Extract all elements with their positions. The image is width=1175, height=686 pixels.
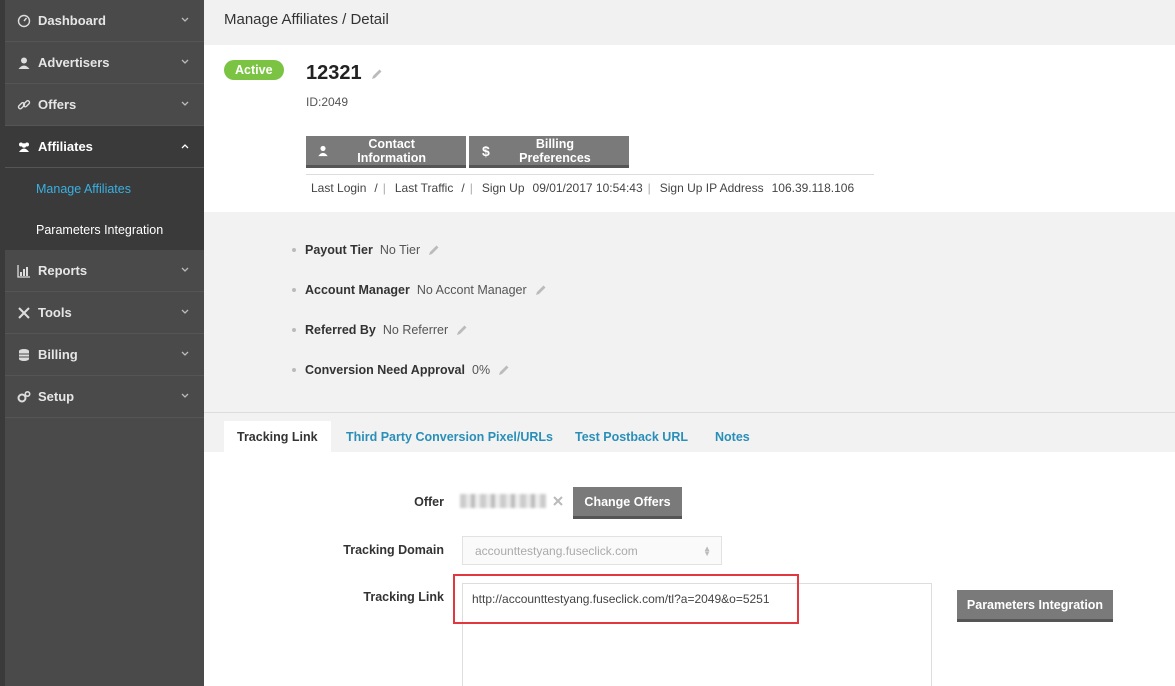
- link-icon: [16, 97, 32, 113]
- referred-by-label: Referred By: [305, 323, 376, 337]
- user-icon: [316, 144, 329, 158]
- dollar-icon: $: [482, 142, 490, 159]
- user-icon: [16, 55, 32, 71]
- button-label: Contact Information: [357, 136, 427, 165]
- chevron-up-icon: [181, 144, 189, 149]
- dashboard-icon: [16, 13, 32, 29]
- pencil-icon[interactable]: [428, 244, 440, 256]
- cogs-icon: [16, 389, 32, 405]
- last-login-value: /: [374, 181, 378, 195]
- tab-third-party-pixel[interactable]: Third Party Conversion Pixel/URLs: [333, 421, 566, 453]
- offer-value-blurred: [460, 494, 546, 508]
- last-traffic-value: /: [461, 181, 465, 195]
- nav-label: Reports: [38, 263, 88, 278]
- account-manager-value: No Accont Manager: [416, 283, 527, 297]
- bullet: [292, 248, 296, 252]
- subnav-manage-affiliates[interactable]: Manage Affiliates: [5, 168, 204, 209]
- last-login-label: Last Login: [311, 181, 367, 195]
- payout-tier-label: Payout Tier: [305, 243, 373, 257]
- bullet: [292, 368, 296, 372]
- nav-tools[interactable]: Tools: [5, 292, 204, 334]
- pencil-icon[interactable]: [535, 284, 547, 296]
- status-badge: Active: [224, 60, 284, 80]
- chevron-down-icon: [181, 59, 189, 64]
- affiliate-name: 12321: [306, 62, 362, 84]
- chevron-down-icon: [181, 393, 189, 398]
- tracking-domain-value: accounttestyang.fuseclick.com: [475, 543, 638, 558]
- signup-value: 09/01/2017 10:54:43: [532, 181, 643, 195]
- account-manager-label: Account Manager: [305, 283, 410, 297]
- chevron-down-icon: [181, 267, 189, 272]
- affiliate-meta: Last Login / | Last Traffic / | Sign Up …: [306, 174, 874, 195]
- nav-billing[interactable]: Billing: [5, 334, 204, 376]
- conversion-approval-label: Conversion Need Approval: [305, 363, 465, 377]
- tab-tracking-link[interactable]: Tracking Link: [224, 421, 331, 453]
- nav-label: Advertisers: [38, 55, 110, 70]
- pencil-icon[interactable]: [498, 364, 510, 376]
- tracking-link-panel: Offer Change Offers Tracking Domain acco…: [204, 452, 1175, 686]
- tracking-domain-select[interactable]: accounttestyang.fuseclick.com ▲ ▼: [462, 536, 722, 565]
- nav-reports[interactable]: Reports: [5, 250, 204, 292]
- button-label: Billing Preferences: [519, 136, 591, 165]
- breadcrumb: Manage Affiliates / Detail: [204, 0, 1175, 45]
- referred-by-value: No Referrer: [382, 323, 449, 337]
- nav-label: Setup: [38, 389, 75, 404]
- chart-icon: [16, 263, 32, 279]
- nav-affiliates[interactable]: Affiliates: [5, 126, 204, 168]
- separator: |: [647, 181, 651, 195]
- conversion-approval-value: 0%: [472, 363, 491, 377]
- nav-label: Affiliates: [38, 139, 93, 154]
- nav-label: Tools: [38, 305, 72, 320]
- nav-offers[interactable]: Offers: [5, 84, 204, 126]
- pencil-icon[interactable]: [456, 324, 468, 336]
- sidebar: Dashboard Advertisers Offers Affiliates …: [0, 0, 204, 686]
- nav-dashboard[interactable]: Dashboard: [5, 0, 204, 42]
- subnav-parameters-integration[interactable]: Parameters Integration: [5, 209, 204, 250]
- chevron-down-icon: [181, 101, 189, 106]
- payout-tier-value: No Tier: [379, 243, 421, 257]
- account-manager-row: Account Manager No Accont Manager: [292, 283, 547, 297]
- bullet: [292, 328, 296, 332]
- offer-label: Offer: [414, 495, 444, 509]
- nav-setup[interactable]: Setup: [5, 376, 204, 418]
- parameters-integration-button[interactable]: Parameters Integration: [957, 590, 1113, 622]
- tab-bar: Tracking Link Third Party Conversion Pix…: [204, 412, 1175, 453]
- tab-notes[interactable]: Notes: [702, 421, 763, 453]
- chevron-down-icon: [181, 17, 189, 22]
- contact-information-button[interactable]: Contact Information: [306, 136, 466, 168]
- affiliate-info: Payout Tier No Tier Account Manager No A…: [204, 212, 1175, 412]
- tab-test-postback[interactable]: Test Postback URL: [562, 421, 701, 453]
- bullet: [292, 288, 296, 292]
- signup-ip-label: Sign Up IP Address: [659, 181, 764, 195]
- signup-ip-value: 106.39.118.106: [771, 181, 855, 195]
- chevron-down-icon: [181, 351, 189, 356]
- separator: |: [382, 181, 386, 195]
- chevron-down-icon: [181, 309, 189, 314]
- pencil-icon[interactable]: [371, 68, 383, 80]
- nav-label: Dashboard: [38, 13, 106, 28]
- users-icon: [16, 139, 32, 155]
- nav-label: Offers: [38, 97, 77, 112]
- nav-advertisers[interactable]: Advertisers: [5, 42, 204, 84]
- affiliate-header: Active 12321 ID:2049 Contact Information…: [204, 45, 1175, 212]
- change-offers-button[interactable]: Change Offers: [573, 487, 682, 519]
- referred-by-row: Referred By No Referrer: [292, 323, 468, 337]
- highlight-box: [453, 574, 799, 624]
- select-caret-icon: ▲ ▼: [703, 544, 711, 558]
- main-content: Manage Affiliates / Detail Active 12321 …: [204, 0, 1175, 686]
- affiliates-submenu: Manage Affiliates Parameters Integration: [5, 168, 204, 250]
- database-icon: [16, 347, 32, 363]
- last-traffic-label: Last Traffic: [394, 181, 454, 195]
- tracking-link-label: Tracking Link: [363, 590, 444, 604]
- conversion-approval-row: Conversion Need Approval 0%: [292, 363, 510, 377]
- billing-preferences-button[interactable]: $ Billing Preferences: [469, 136, 629, 168]
- tools-icon: [16, 305, 32, 321]
- tracking-domain-label: Tracking Domain: [343, 543, 444, 557]
- signup-label: Sign Up: [481, 181, 525, 195]
- affiliate-id: ID:2049: [306, 95, 349, 109]
- payout-tier-row: Payout Tier No Tier: [292, 243, 440, 257]
- nav-label: Billing: [38, 347, 78, 362]
- separator: |: [469, 181, 473, 195]
- close-icon[interactable]: [552, 495, 564, 507]
